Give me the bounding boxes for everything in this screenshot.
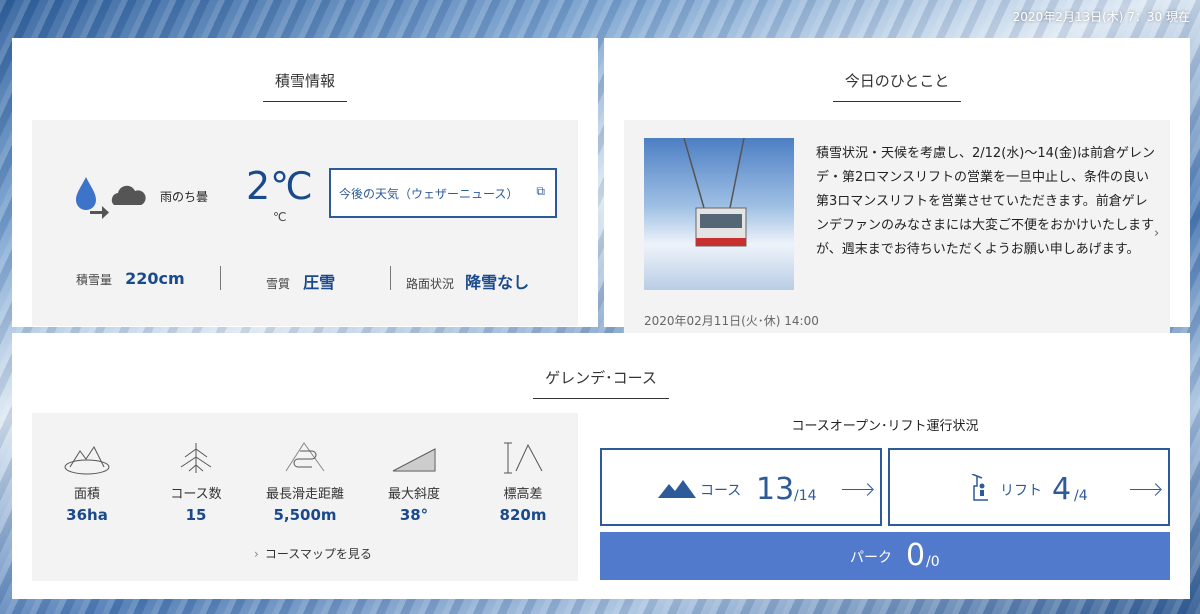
stat-course-count: コース数 15 bbox=[141, 441, 251, 524]
park-open-count: 0 bbox=[906, 538, 926, 573]
tree-icon bbox=[180, 443, 212, 473]
snow-quality-label: 雪質 bbox=[266, 277, 291, 291]
rain-then-cloudy-icon bbox=[76, 177, 146, 219]
road-condition-label: 路面状況 bbox=[406, 277, 455, 291]
arrow-right-icon bbox=[1130, 489, 1160, 490]
snow-depth-label: 積雪量 bbox=[76, 273, 113, 287]
course-open-card[interactable]: コース 13 /14 bbox=[600, 448, 882, 526]
snow-depth: 積雪量 220cm bbox=[76, 269, 185, 288]
gondola-icon bbox=[683, 137, 747, 247]
stat-area: 面積 36ha bbox=[32, 441, 142, 524]
courses-total: /14 bbox=[794, 488, 817, 504]
lifts-total: /4 bbox=[1074, 488, 1088, 504]
ropeway-photo bbox=[644, 137, 794, 290]
daily-note-card[interactable]: 積雪状況・天候を考慮し、2/12(水)～14(金)は前倉ゲレンデ・第2ロマンスリ… bbox=[624, 120, 1170, 350]
snow-quality: 雪質 圧雪 bbox=[266, 269, 335, 293]
temperature-value: 2℃ bbox=[246, 164, 313, 208]
stat-longest-run: 最長滑走距離 5,500m bbox=[250, 441, 360, 524]
course-map-link[interactable]: › コースマップを見る bbox=[254, 545, 372, 562]
snow-info-box: 雨のち曇 2℃ ℃ 積雪量 220cm 雪質 圧雪 路面状況 降雪なし bbox=[32, 120, 578, 326]
snow-quality-value: 圧雪 bbox=[303, 273, 336, 292]
slope-course-title: ゲレンデ･コース bbox=[12, 367, 1190, 399]
chevron-right-icon: › bbox=[1154, 226, 1160, 241]
daily-note-panel: 今日のひとこと 積雪状況・天候を考慮し、2/12(水)～14(金)は前倉ゲレンデ… bbox=[604, 38, 1190, 350]
course-stats-box: 面積 36ha コース数 15 最長滑走距離 5,500m 最大斜度 38° 標… bbox=[32, 413, 578, 581]
status-title: コースオープン･リフト運行状況 bbox=[791, 419, 979, 434]
snow-info-title: 積雪情報 bbox=[12, 70, 598, 102]
courses-open-count: 13 bbox=[756, 472, 795, 507]
daily-note-date: 2020年02月11日(火･休) 14:00 bbox=[644, 314, 819, 328]
lifts-open-count: 4 bbox=[1052, 472, 1072, 507]
update-timestamp: 2020年2月13日(木) 7：30 現在 bbox=[1012, 10, 1190, 24]
park-status-card[interactable]: パーク 0 /0 bbox=[600, 532, 1170, 580]
area-icon bbox=[64, 446, 110, 475]
road-condition: 路面状況 降雪なし bbox=[406, 269, 529, 293]
road-condition-value: 降雪なし bbox=[465, 273, 530, 292]
elevation-icon bbox=[504, 442, 543, 474]
slope-icon bbox=[392, 448, 436, 472]
snow-info-panel: 積雪情報 雨のち曇 2℃ ℃ 積雪量 220cm 雪質 圧雪 路面状況 降雪なし… bbox=[12, 38, 598, 327]
weather-label: 雨のち曇 bbox=[160, 190, 209, 204]
winding-course-icon bbox=[285, 442, 325, 472]
arrow-right-icon bbox=[842, 489, 872, 490]
daily-note-body: 積雪状況・天候を考慮し、2/12(水)～14(金)は前倉ゲレンデ・第2ロマンスリ… bbox=[816, 146, 1156, 257]
park-total: /0 bbox=[926, 554, 940, 570]
slope-course-panel: ゲレンデ･コース 面積 36ha コース数 15 最長滑走距離 5,500m 最… bbox=[12, 333, 1190, 599]
stat-elevation: 標高差 820m bbox=[468, 441, 578, 524]
weather-forecast-link[interactable]: 今後の天気（ウェザーニュース） ⧉ bbox=[329, 168, 557, 218]
daily-note-title: 今日のひとこと bbox=[604, 70, 1190, 102]
mountain-icon bbox=[658, 480, 696, 498]
lift-status-card[interactable]: リフト 4 /4 bbox=[888, 448, 1170, 526]
external-link-icon: ⧉ bbox=[536, 184, 545, 198]
chevron-right-icon: › bbox=[254, 547, 259, 561]
stat-max-slope: 最大斜度 38° bbox=[359, 441, 469, 524]
chairlift-icon bbox=[971, 474, 988, 501]
temperature-unit: ℃ bbox=[273, 210, 287, 224]
snow-depth-value: 220cm bbox=[125, 269, 185, 288]
